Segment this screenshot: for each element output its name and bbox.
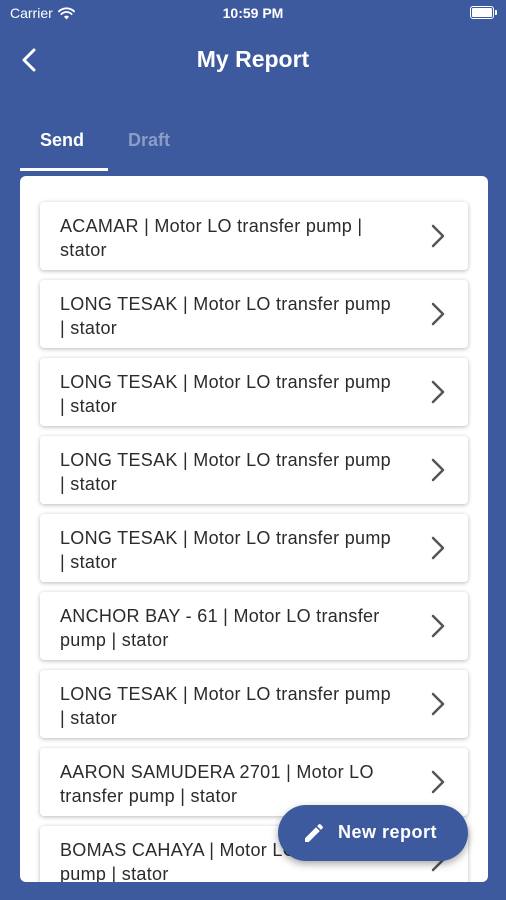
active-tab-indicator <box>20 168 108 171</box>
report-title: LONG TESAK | Motor LO transfer pump | st… <box>60 372 391 416</box>
chevron-right-icon <box>431 224 445 248</box>
chevron-right-icon <box>431 770 445 794</box>
report-title: LONG TESAK | Motor LO transfer pump | st… <box>60 450 391 494</box>
report-title: LONG TESAK | Motor LO transfer pump | st… <box>60 528 391 572</box>
pencil-icon <box>305 823 324 842</box>
battery-icon <box>470 6 497 19</box>
report-title: AARON SAMUDERA 2701 | Motor LO transfer … <box>60 762 374 806</box>
tab-draft[interactable]: Draft <box>128 130 170 151</box>
new-report-label: New report <box>338 822 438 842</box>
chevron-right-icon <box>431 458 445 482</box>
report-title: LONG TESAK | Motor LO transfer pump | st… <box>60 684 391 728</box>
status-time: 10:59 PM <box>222 5 284 21</box>
tab-send[interactable]: Send <box>40 130 84 151</box>
page-title: My Report <box>196 46 310 72</box>
report-title: LONG TESAK | Motor LO transfer pump | st… <box>60 294 391 338</box>
list-item[interactable]: ACAMAR | Motor LO transfer pump | stator <box>40 202 468 270</box>
chevron-right-icon <box>431 302 445 326</box>
chevron-right-icon <box>431 536 445 560</box>
nav-bar: My Report <box>0 36 506 86</box>
chevron-right-icon <box>431 380 445 404</box>
new-report-button[interactable]: New report <box>278 805 468 861</box>
status-bar: Carrier 10:59 PM <box>0 0 506 28</box>
report-title: ACAMAR | Motor LO transfer pump | stator <box>60 216 363 260</box>
report-list-panel: ACAMAR | Motor LO transfer pump | stator… <box>20 176 488 882</box>
list-item[interactable]: LONG TESAK | Motor LO transfer pump | st… <box>40 280 468 348</box>
list-item[interactable]: LONG TESAK | Motor LO transfer pump | st… <box>40 358 468 426</box>
chevron-right-icon <box>431 614 445 638</box>
list-item[interactable]: LONG TESAK | Motor LO transfer pump | st… <box>40 514 468 582</box>
list-item[interactable]: LONG TESAK | Motor LO transfer pump | st… <box>40 436 468 504</box>
chevron-right-icon <box>431 692 445 716</box>
list-item[interactable]: LONG TESAK | Motor LO transfer pump | st… <box>40 670 468 738</box>
list-item[interactable]: ANCHOR BAY - 61 | Motor LO transfer pump… <box>40 592 468 660</box>
report-title: ANCHOR BAY - 61 | Motor LO transfer pump… <box>60 606 380 650</box>
